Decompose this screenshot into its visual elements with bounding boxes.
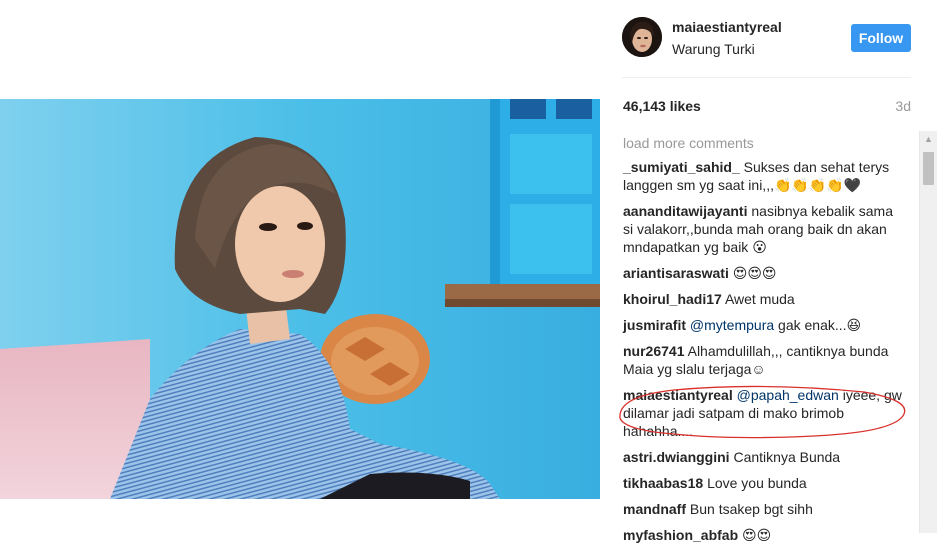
comment-item: maiaestiantyreal @papah_edwan iyeee, gw … (623, 386, 903, 440)
comment-username[interactable]: mandnaff (623, 501, 686, 517)
comment-text: Bun tsakep bgt sihh (689, 501, 813, 517)
scroll-up-arrow-icon[interactable]: ▲ (920, 131, 937, 148)
comment-username[interactable]: aananditawijayanti (623, 203, 747, 219)
comment-username[interactable]: myfashion_abfab (623, 527, 738, 543)
comment-username[interactable]: ariantisaraswati (623, 265, 729, 281)
comments-list: load more comments _sumiyati_sahid_ Suks… (623, 134, 913, 552)
comment-text: Love you bunda (707, 475, 807, 491)
comment-username[interactable]: maiaestiantyreal (623, 387, 733, 403)
comment-username[interactable]: jusmirafit (623, 317, 686, 333)
post-location[interactable]: Warung Turki (672, 41, 755, 57)
comment-text: Awet muda (724, 291, 795, 307)
post-photo[interactable] (0, 99, 600, 499)
comment-item: _sumiyati_sahid_ Sukses dan sehat terys … (623, 158, 903, 194)
comment-text: 😍😍 (742, 527, 772, 543)
comment-item: khoirul_hadi17 Awet muda (623, 290, 903, 308)
comment-item: aananditawijayanti nasibnya kebalik sama… (623, 202, 903, 256)
load-more-comments-link[interactable]: load more comments (623, 134, 913, 152)
comment-item: ariantisaraswati 😍😍😍 (623, 264, 903, 282)
comment-item: myfashion_abfab 😍😍 (623, 526, 903, 544)
comment-item: mandnaff Bun tsakep bgt sihh (623, 500, 903, 518)
scrollbar-thumb[interactable] (923, 152, 934, 185)
comment-text: 😍😍😍 (732, 265, 777, 281)
comment-username[interactable]: nur26741 (623, 343, 684, 359)
comment-username[interactable]: _sumiyati_sahid_ (623, 159, 740, 175)
comment-item: tikhaabas18 Love you bunda (623, 474, 903, 492)
post-header: maiaestiantyreal Warung Turki Follow (600, 0, 939, 77)
comment-text: gak enak...😆 (778, 317, 862, 333)
comment-username[interactable]: tikhaabas18 (623, 475, 703, 491)
comment-username[interactable]: khoirul_hadi17 (623, 291, 722, 307)
comment-text: Cantiknya Bunda (733, 449, 841, 465)
post-side-panel: maiaestiantyreal Warung Turki Follow 46,… (600, 0, 939, 543)
comment-item: jusmirafit @mytempura gak enak...😆 (623, 316, 903, 334)
comment-username[interactable]: astri.dwianggini (623, 449, 730, 465)
comment-mention[interactable]: @papah_edwan (737, 387, 839, 403)
comment-mention[interactable]: @mytempura (690, 317, 774, 333)
comment-item: astri.dwianggini Cantiknya Bunda (623, 448, 903, 466)
comment-item: nur26741 Alhamdulillah,,, cantiknya bund… (623, 342, 903, 378)
comments-scrollbar[interactable]: ▲ (919, 131, 937, 533)
post-time[interactable]: 3d (895, 98, 911, 114)
likes-count[interactable]: 46,143 likes (623, 98, 701, 114)
follow-button[interactable]: Follow (851, 24, 911, 52)
post-username[interactable]: maiaestiantyreal (672, 19, 782, 35)
header-divider (622, 77, 911, 78)
avatar[interactable] (622, 17, 662, 57)
